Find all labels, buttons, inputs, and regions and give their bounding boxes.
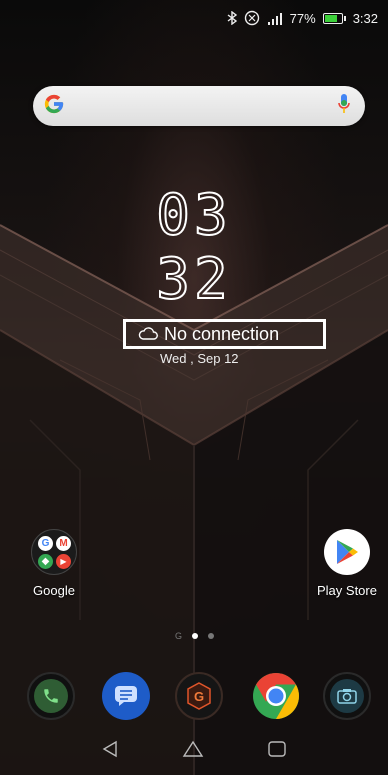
clock-hours: 03 bbox=[155, 183, 232, 249]
battery-percent: 77% bbox=[289, 10, 316, 26]
play-store-icon bbox=[324, 529, 370, 575]
status-time: 3:32 bbox=[352, 10, 378, 26]
google-page-indicator[interactable]: G bbox=[175, 631, 182, 641]
google-search-bar[interactable] bbox=[33, 86, 365, 126]
battery-icon bbox=[322, 12, 346, 24]
messages-icon[interactable] bbox=[102, 672, 150, 720]
weather-widget[interactable]: No connection bbox=[123, 319, 326, 349]
mic-icon[interactable] bbox=[337, 93, 351, 120]
back-icon[interactable] bbox=[101, 740, 119, 763]
clock-widget[interactable]: 03 32 bbox=[0, 183, 388, 313]
google-app-icon: G bbox=[38, 536, 53, 551]
cloud-icon bbox=[138, 324, 158, 345]
game-genie-icon[interactable]: G bbox=[175, 672, 223, 720]
youtube-icon: ▶ bbox=[56, 554, 71, 569]
clock-minutes: 32 bbox=[155, 247, 232, 313]
google-logo-icon bbox=[43, 93, 65, 120]
signal-icon bbox=[267, 12, 283, 25]
weather-text: No connection bbox=[164, 323, 280, 344]
dock: G bbox=[0, 672, 388, 724]
date-text: Wed , Sep 12 bbox=[160, 351, 239, 366]
maps-icon: ◆ bbox=[38, 554, 53, 569]
nfc-icon bbox=[244, 10, 260, 26]
play-store-label: Play Store bbox=[317, 583, 377, 598]
page-dot-2[interactable] bbox=[208, 633, 215, 639]
gmail-icon: M bbox=[56, 536, 71, 551]
google-folder-label: Google bbox=[33, 583, 75, 598]
google-folder[interactable]: G M ◆ ▶ Google bbox=[14, 529, 94, 598]
bluetooth-icon bbox=[227, 11, 237, 25]
home-icon[interactable] bbox=[182, 740, 204, 763]
page-indicator: G bbox=[175, 631, 215, 641]
phone-icon[interactable] bbox=[27, 672, 75, 720]
camera-icon[interactable] bbox=[323, 672, 371, 720]
navigation-bar bbox=[0, 727, 388, 775]
status-bar: 77% 3:32 bbox=[0, 0, 388, 36]
chrome-icon[interactable] bbox=[252, 672, 300, 720]
google-folder-icon: G M ◆ ▶ bbox=[31, 529, 77, 575]
recents-icon[interactable] bbox=[267, 740, 287, 763]
page-dot-1[interactable] bbox=[192, 633, 199, 639]
play-store-app[interactable]: Play Store bbox=[307, 529, 387, 598]
svg-text:G: G bbox=[194, 689, 204, 704]
